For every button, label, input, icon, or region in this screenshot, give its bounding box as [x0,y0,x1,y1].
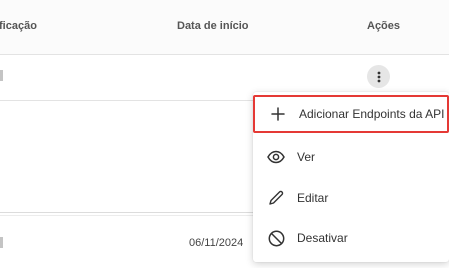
menu-item-desativar[interactable]: Desativar [253,219,449,257]
column-header-classificacao[interactable]: ficação [0,20,37,32]
menu-item-label: Ver [297,150,316,164]
cell-data-inicio: 06/11/2024 [189,237,244,249]
row-divider [0,212,253,213]
row-cell-fragment [0,237,3,248]
row-actions-button[interactable] [367,65,390,88]
column-header-acoes: Ações [367,20,401,32]
menu-item-label: Editar [297,191,329,205]
menu-item-ver[interactable]: Ver [253,138,449,176]
block-icon [267,229,285,247]
pencil-icon [267,189,285,207]
row-divider [0,100,253,101]
menu-item-editar[interactable]: Editar [253,179,449,217]
plus-icon [269,105,287,123]
column-header-data-inicio[interactable]: Data de início [177,20,249,32]
header-divider [0,54,449,55]
row-divider [0,215,253,216]
table-header: ficação Data de início Ações [0,0,449,54]
menu-item-label: Adicionar Endpoints da API [299,107,445,121]
page: ficação Data de início Ações 06/11/2024 [0,0,449,268]
more-vertical-icon [377,71,380,82]
menu-item-label: Desativar [297,231,348,245]
menu-item-adicionar-endpoints[interactable]: Adicionar Endpoints da API [253,95,449,133]
actions-dropdown-menu: Adicionar Endpoints da API Ver Editar De… [253,92,449,262]
row-cell-fragment [0,70,3,81]
eye-icon [267,148,285,166]
